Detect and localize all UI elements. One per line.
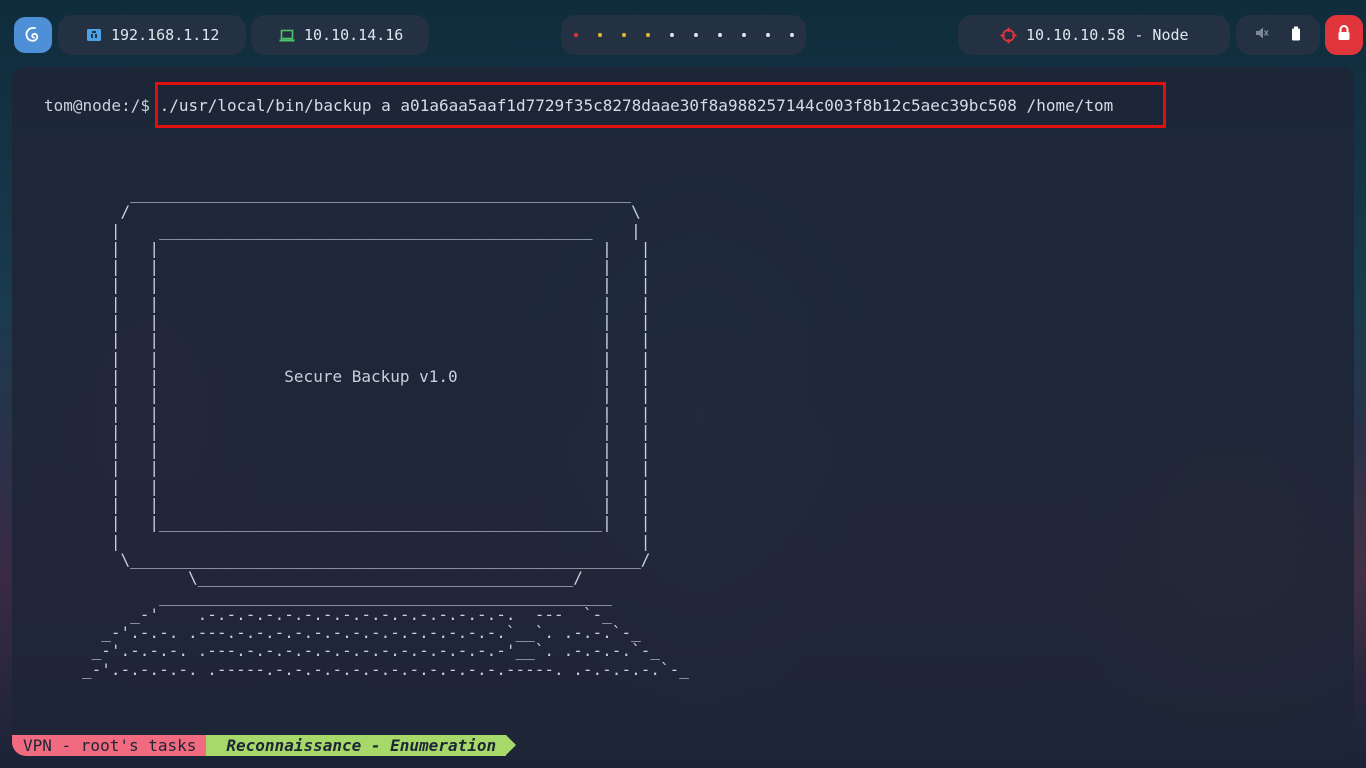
local-ip-widget[interactable]: 192.168.1.12 [58, 15, 246, 55]
workspace-dot[interactable] [717, 33, 722, 37]
workspace-dot[interactable] [621, 33, 626, 37]
session-segment[interactable]: VPN - root's tasks [12, 735, 217, 756]
phase-segment[interactable]: Reconnaissance - Enumeration [206, 735, 516, 756]
workspace-dot[interactable] [765, 33, 770, 37]
vpn-ip-widget[interactable]: 10.10.14.16 [251, 15, 429, 55]
speaker-muted-icon[interactable] [1255, 26, 1269, 44]
workspace-dot[interactable] [789, 33, 794, 37]
ethernet-icon [86, 28, 102, 42]
workspace-dot[interactable] [693, 33, 698, 37]
workspace-switcher[interactable] [561, 15, 806, 55]
terminal-window[interactable]: tom@node:/$ ./usr/local/bin/backup a a01… [12, 67, 1354, 756]
shell-prompt: tom@node:/$ [44, 96, 150, 115]
workspace-dot[interactable] [597, 33, 602, 37]
crosshair-icon [1000, 27, 1017, 44]
laptop-icon [279, 29, 295, 42]
debian-swirl-icon [22, 24, 44, 46]
local-ip-label: 192.168.1.12 [111, 26, 220, 44]
target-label: 10.10.10.58 - Node [1026, 26, 1189, 44]
workspace-dot[interactable] [573, 33, 578, 37]
lock-screen-button[interactable] [1325, 15, 1363, 55]
tmux-status-line: VPN - root's tasks Reconnaissance - Enum… [12, 735, 516, 756]
battery-icon[interactable] [1291, 26, 1301, 45]
vpn-ip-label: 10.10.14.16 [304, 26, 404, 44]
workspace-dot[interactable] [645, 33, 650, 37]
launcher-logo-button[interactable] [14, 17, 52, 53]
backup-banner-art: ________________________________________… [82, 184, 689, 679]
target-widget[interactable]: 10.10.10.58 - Node [958, 15, 1230, 55]
workspace-dot[interactable] [669, 33, 674, 37]
workspace-dot[interactable] [741, 33, 746, 37]
system-tray[interactable] [1236, 15, 1320, 55]
command-highlight-box [155, 82, 1166, 128]
lock-icon [1337, 25, 1351, 45]
